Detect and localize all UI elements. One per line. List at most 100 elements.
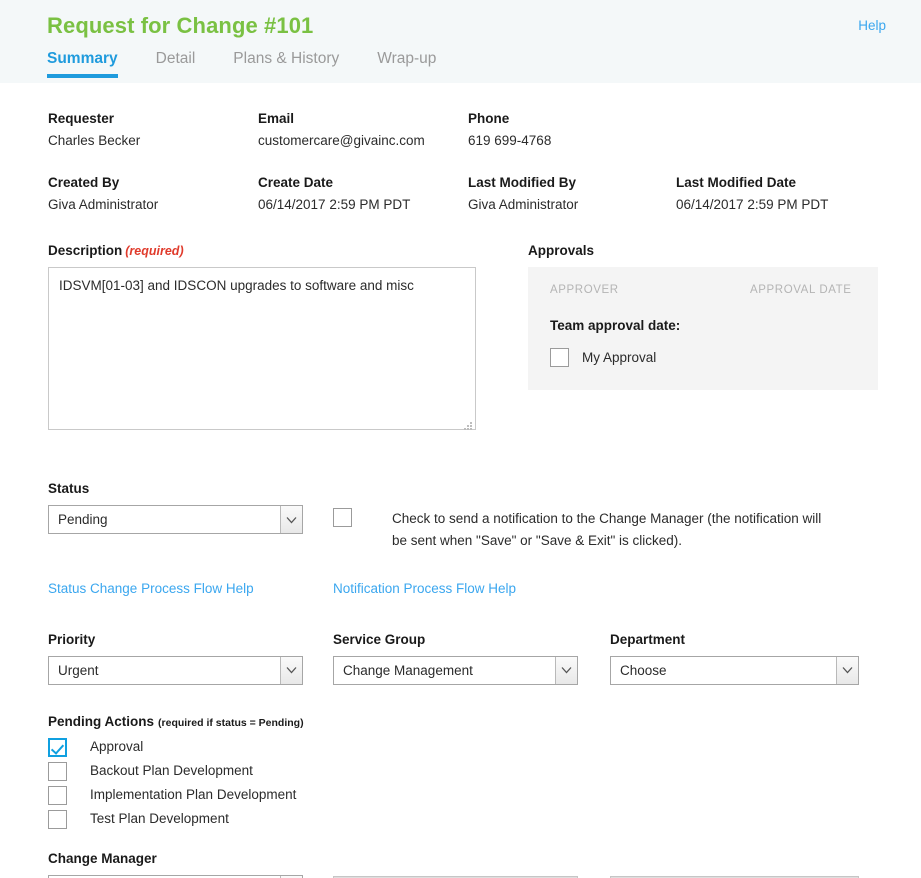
description-required-note: (required) <box>125 244 184 258</box>
description-block: Description (required) <box>48 243 508 435</box>
chevron-down-icon[interactable] <box>555 656 577 684</box>
approval-date-column-header: APPROVAL DATE <box>750 284 852 296</box>
service-group-label: Service Group <box>333 631 426 647</box>
tab-detail[interactable]: Detail <box>156 50 196 78</box>
approvals-block: Approvals APPROVER APPROVAL DATE Team ap… <box>528 243 878 435</box>
chevron-down-icon[interactable] <box>836 656 858 684</box>
pending-actions-title-text: Pending Actions <box>48 713 155 729</box>
last-modified-by-field: Last Modified By Giva Administrator <box>468 175 676 212</box>
change-manager-email-column: Email <box>333 851 610 878</box>
page-header: Request for Change #101 Help Summary Det… <box>0 0 921 83</box>
rfc-summary-page: Request for Change #101 Help Summary Det… <box>0 0 921 878</box>
tab-plans-history[interactable]: Plans & History <box>233 50 339 78</box>
create-date-field: Create Date 06/14/2017 2:59 PM PDT <box>258 175 468 212</box>
notification-flow-link-wrap: Notification Process Flow Help <box>333 580 516 598</box>
phone-label: Phone <box>468 111 510 126</box>
email-value: customercare@givainc.com <box>258 133 425 148</box>
chevron-down-icon[interactable] <box>280 656 302 684</box>
last-modified-date-value: 06/14/2017 2:59 PM PDT <box>676 197 829 212</box>
create-date-label: Create Date <box>258 175 334 190</box>
priority-column: Priority Urgent <box>48 632 333 685</box>
change-manager-label: Change Manager <box>48 850 157 866</box>
status-column: Status Pending <box>48 481 333 552</box>
list-item: Test Plan Development <box>48 809 921 829</box>
notify-change-manager-checkbox[interactable] <box>333 508 352 527</box>
pending-action-checkbox-implementation-plan-development[interactable] <box>48 785 67 805</box>
department-select-value: Choose <box>620 662 667 678</box>
email-field: Email customercare@givainc.com <box>258 111 468 148</box>
list-item: Approval <box>48 737 921 757</box>
last-modified-date-field: Last Modified Date 06/14/2017 2:59 PM PD… <box>676 175 886 212</box>
requester-field: Requester Charles Becker <box>48 111 258 148</box>
priority-select-value: Urgent <box>58 662 99 678</box>
phone-field: Phone 619 699-4768 <box>468 111 678 148</box>
pending-actions-title: Pending Actions (required if status = Pen… <box>48 714 921 729</box>
description-approvals-row: Description(required) Approvals <box>0 243 921 435</box>
service-group-select-value: Change Management <box>343 662 473 678</box>
approvals-table-header: APPROVER APPROVAL DATE <box>550 284 856 296</box>
department-column: Department Choose <box>610 632 870 685</box>
description-input[interactable] <box>48 267 476 430</box>
notify-change-manager-text: Check to send a notification to the Chan… <box>392 511 822 548</box>
status-notification-row: Status Pending Check to send a notificat… <box>0 481 921 552</box>
created-by-field: Created By Giva Administrator <box>48 175 258 212</box>
my-approval-row: My Approval <box>550 348 856 367</box>
created-by-label: Created By <box>48 175 120 190</box>
service-group-column: Service Group Change Management <box>333 632 610 685</box>
pending-actions-block: Pending Actions (required if status = Pen… <box>0 714 921 829</box>
status-change-process-flow-help-link[interactable]: Status Change Process Flow Help <box>48 581 254 596</box>
list-item: Implementation Plan Development <box>48 785 921 805</box>
approver-column-header: APPROVER <box>550 284 619 296</box>
priority-label: Priority <box>48 631 96 647</box>
help-link[interactable]: Help <box>858 18 886 33</box>
tab-wrap-up[interactable]: Wrap-up <box>377 50 436 78</box>
last-modified-date-label: Last Modified Date <box>676 175 797 190</box>
change-manager-phone-column: Phone <box>610 851 870 878</box>
list-item: Backout Plan Development <box>48 761 921 781</box>
last-modified-by-value: Giva Administrator <box>468 197 579 212</box>
my-approval-label: My Approval <box>582 350 657 365</box>
requester-value: Charles Becker <box>48 133 141 148</box>
description-label-text: Description <box>48 243 123 258</box>
status-label: Status <box>48 481 90 496</box>
process-flow-links-row: Status Change Process Flow Help Notifica… <box>0 580 921 598</box>
change-manager-column: Change Manager Choose <box>48 851 333 878</box>
pending-action-checkbox-approval[interactable] <box>48 737 67 757</box>
pending-action-label: Test Plan Development <box>90 810 229 826</box>
change-manager-row: Change Manager Choose Email Phone <box>0 851 921 878</box>
status-select[interactable]: Pending <box>48 505 303 534</box>
my-approval-checkbox[interactable] <box>550 348 569 367</box>
description-textarea-wrap <box>48 267 476 435</box>
status-flow-link-wrap: Status Change Process Flow Help <box>48 580 333 598</box>
tab-summary[interactable]: Summary <box>47 50 118 78</box>
last-modified-by-label: Last Modified By <box>468 175 577 190</box>
chevron-down-icon[interactable] <box>280 506 302 533</box>
requester-info-row: Requester Charles Becker Email customerc… <box>0 111 921 148</box>
priority-select[interactable]: Urgent <box>48 655 303 685</box>
phone-value: 619 699-4768 <box>468 133 552 148</box>
service-group-select[interactable]: Change Management <box>333 655 578 685</box>
requester-label: Requester <box>48 111 115 126</box>
pending-actions-list: Approval Backout Plan Development Implem… <box>48 737 921 829</box>
created-by-value: Giva Administrator <box>48 197 159 212</box>
department-select[interactable]: Choose <box>610 655 859 685</box>
email-label: Email <box>258 111 295 126</box>
page-body: Requester Charles Becker Email customerc… <box>0 111 921 878</box>
approvals-label: Approvals <box>528 243 595 258</box>
team-approval-date-label: Team approval date: <box>550 318 681 333</box>
status-select-value: Pending <box>58 512 108 527</box>
create-date-value: 06/14/2017 2:59 PM PDT <box>258 197 411 212</box>
approvals-panel: APPROVER APPROVAL DATE Team approval dat… <box>528 267 878 390</box>
tab-bar: Summary Detail Plans & History Wrap-up <box>47 50 474 78</box>
pending-action-label: Approval <box>90 738 144 754</box>
department-label: Department <box>610 631 686 647</box>
pending-action-label: Implementation Plan Development <box>90 786 297 802</box>
pending-action-checkbox-backout-plan-development[interactable] <box>48 761 67 781</box>
page-title: Request for Change #101 <box>47 13 314 38</box>
audit-info-row: Created By Giva Administrator Create Dat… <box>0 175 921 212</box>
description-label: Description (required) <box>48 243 508 258</box>
pending-action-label: Backout Plan Development <box>90 762 253 778</box>
notification-process-flow-help-link[interactable]: Notification Process Flow Help <box>333 581 516 596</box>
notification-column: Check to send a notification to the Chan… <box>333 481 832 552</box>
pending-action-checkbox-test-plan-development[interactable] <box>48 809 67 829</box>
